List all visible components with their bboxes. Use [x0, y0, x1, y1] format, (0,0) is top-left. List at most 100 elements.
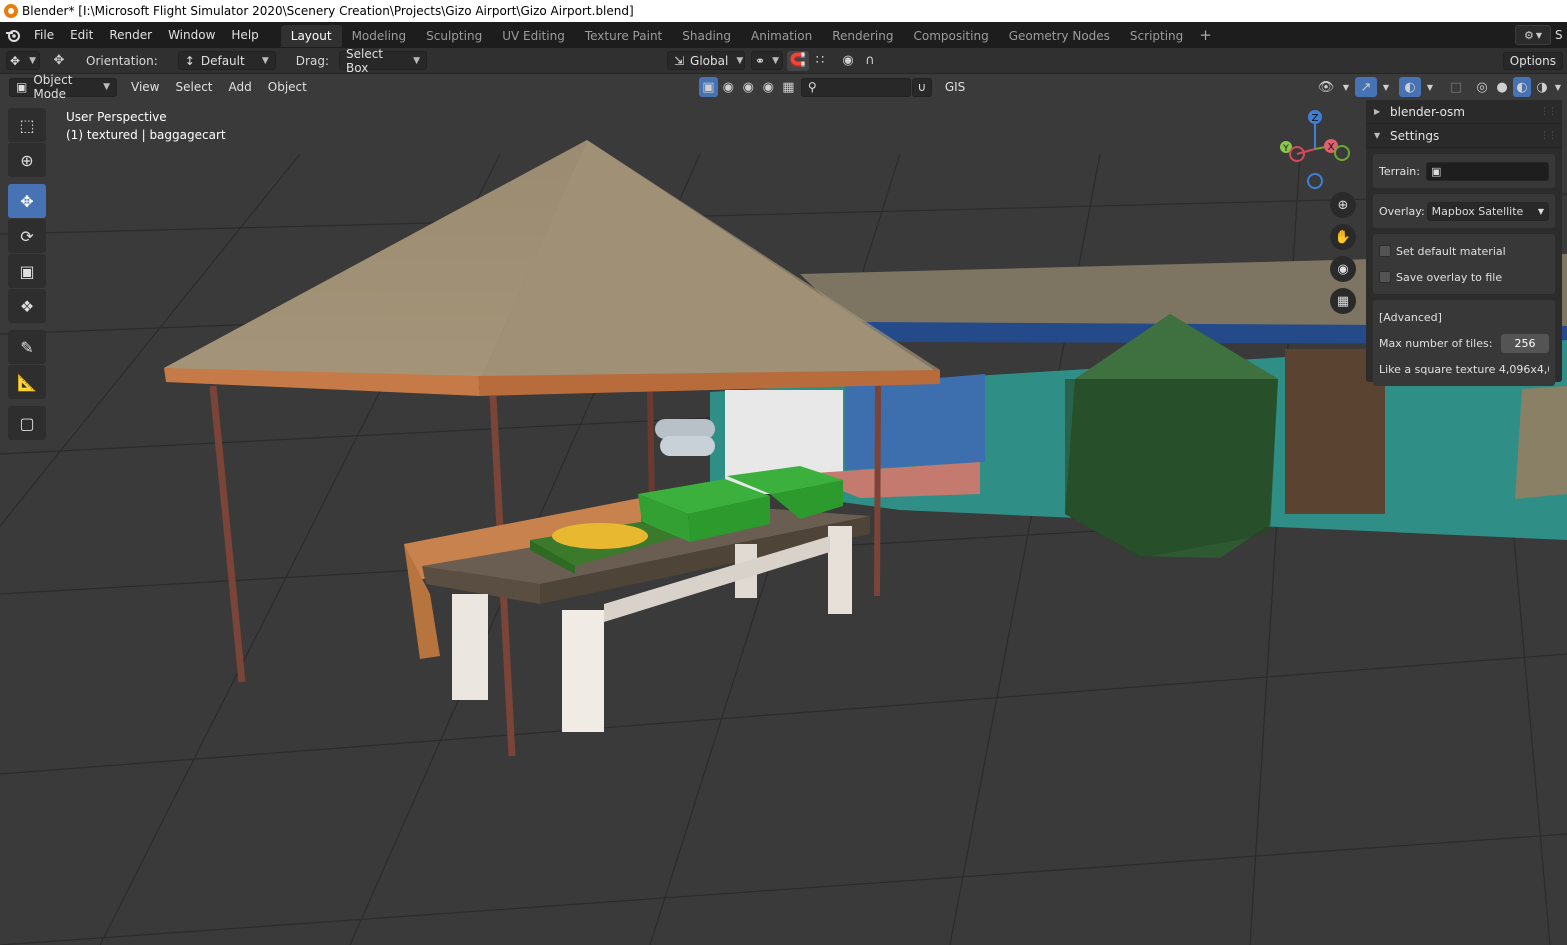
options-button[interactable]: Options — [1502, 51, 1563, 70]
max-tiles-label: Max number of tiles: — [1379, 336, 1493, 350]
tab-rendering[interactable]: Rendering — [822, 25, 903, 47]
gizmo-toggle-icon[interactable]: ↗ — [1355, 77, 1377, 97]
menu-file[interactable]: File — [26, 22, 62, 48]
perspective-grid-icon[interactable]: ▦ — [1330, 288, 1356, 314]
panel-settings-title: Settings — [1390, 128, 1440, 143]
gizmo-neg-z[interactable] — [1307, 173, 1323, 189]
tab-compositing[interactable]: Compositing — [903, 25, 998, 47]
save-overlay-label: Save overlay to file — [1396, 270, 1503, 284]
set-default-material-checkbox[interactable]: Set default material — [1379, 238, 1549, 264]
save-overlay-checkbox[interactable]: Save overlay to file — [1379, 264, 1549, 290]
advanced-label: [Advanced] — [1379, 310, 1442, 324]
snap-target-icon[interactable]: ∷ — [809, 51, 831, 71]
select-mode-icon[interactable]: ▣ — [698, 77, 718, 97]
chevron-down-icon[interactable]: ▼ — [1553, 77, 1563, 97]
proportional-edit-icon[interactable]: ◉ — [837, 51, 859, 71]
rotate-icon[interactable]: ⟳ — [8, 219, 46, 253]
tab-sculpting[interactable]: Sculpting — [416, 25, 492, 47]
orientation-label: Orientation: — [86, 53, 158, 68]
tab-geometry-nodes[interactable]: Geometry Nodes — [999, 25, 1120, 47]
tool-shelf: ⬚ ⊕ ✥ ⟳ ▣ ❖ ✎ 📐 ▢ — [8, 108, 48, 441]
globe-icon[interactable]: ◉ — [719, 77, 738, 97]
top-menubar: File Edit Render Window Help Layout Mode… — [0, 22, 1567, 48]
drag-dropdown[interactable]: Select Box ▼ — [338, 47, 427, 75]
transform-icon[interactable]: ❖ — [8, 289, 46, 323]
checkbox-unchecked-icon[interactable] — [1379, 245, 1391, 257]
rendered-shading-icon[interactable]: ◑ — [1533, 77, 1551, 97]
proportional-falloff-icon[interactable]: ∩ — [859, 51, 881, 71]
window-title: Blender* [I:\Microsoft Flight Simulator … — [22, 4, 634, 18]
tab-animation[interactable]: Animation — [741, 25, 822, 47]
overlay-toggle-icon[interactable]: ◐ — [1399, 77, 1421, 97]
menu-view[interactable]: View — [123, 80, 167, 94]
globe-net-icon[interactable]: ◉ — [759, 77, 778, 97]
globe-tiles-icon[interactable]: ◉ — [739, 77, 758, 97]
select-box-icon[interactable]: ⬚ — [8, 108, 46, 142]
tab-shading[interactable]: Shading — [672, 25, 741, 47]
checkbox-unchecked-icon[interactable] — [1379, 271, 1391, 283]
annotate-icon[interactable]: ✎ — [8, 330, 46, 364]
zoom-icon[interactable]: ⊕ — [1330, 192, 1356, 218]
terrain-field[interactable]: ▣ — [1425, 161, 1549, 181]
chevron-down-icon[interactable]: ▼ — [1339, 77, 1353, 97]
chevron-down-icon: ▼ — [261, 55, 269, 66]
pan-hand-icon[interactable]: ✋ — [1330, 224, 1356, 250]
wireframe-shading-icon[interactable]: ◎ — [1473, 77, 1491, 97]
tab-layout[interactable]: Layout — [280, 25, 342, 47]
add-workspace-button[interactable]: + — [1193, 26, 1218, 44]
material-shading-icon[interactable]: ◐ — [1513, 77, 1531, 97]
scene-selector[interactable]: ⚙ ▼ — [1515, 25, 1551, 45]
menu-window[interactable]: Window — [160, 22, 223, 48]
scale-icon[interactable]: ▣ — [8, 254, 46, 288]
chevron-down-icon: ▼ — [103, 82, 110, 92]
transform-tool-icon: ✥ — [10, 53, 21, 68]
pivot-icon: ⚭ — [754, 53, 766, 68]
max-tiles-input[interactable]: 256 — [1501, 333, 1549, 353]
camera-icon[interactable]: ◉ — [1330, 256, 1356, 282]
drag-grip-icon[interactable]: ⋮⋮ — [1540, 131, 1557, 141]
menu-add[interactable]: Add — [221, 80, 260, 94]
cursor-icon[interactable]: ⊕ — [8, 143, 46, 177]
gis-search-input[interactable]: ⚲ — [800, 77, 911, 97]
gizmo-y-label: Y — [1282, 144, 1289, 154]
blender-menu-icon[interactable] — [0, 22, 26, 48]
menu-select[interactable]: Select — [167, 80, 220, 94]
orientation-icon: ↕ — [184, 53, 195, 68]
navigation-gizmo[interactable]: Z Y X — [1270, 104, 1360, 194]
solid-shading-icon[interactable]: ● — [1493, 77, 1511, 97]
menu-help[interactable]: Help — [223, 22, 266, 48]
orientation-dropdown[interactable]: ↕ Default ▼ — [177, 51, 276, 70]
panel-settings[interactable]: ▼ Settings ⋮⋮ — [1366, 124, 1562, 148]
move-tool-icon: ✥ — [53, 53, 65, 68]
gizmo-x-label: X — [1328, 142, 1335, 153]
gizmo-neg-y[interactable] — [1334, 145, 1350, 161]
mode-dropdown[interactable]: ▣ Object Mode ▼ — [9, 73, 117, 101]
overlay-dropdown[interactable]: Mapbox Satellite ▼ — [1426, 201, 1549, 221]
gis-curve-button[interactable]: ∪ — [911, 77, 932, 97]
global-axis-icon: ⇲ — [673, 53, 685, 68]
snap-toggle-icon[interactable]: 🧲 — [786, 50, 809, 71]
drag-grip-icon[interactable]: ⋮⋮ — [1540, 107, 1557, 117]
transform-orientation-dropdown[interactable]: ⇲ Global ▼ — [666, 51, 745, 70]
tab-texture-paint[interactable]: Texture Paint — [575, 25, 672, 47]
chevron-down-icon[interactable]: ▼ — [1379, 77, 1393, 97]
move-icon[interactable]: ✥ — [8, 184, 46, 218]
pivot-point-dropdown[interactable]: ⚭ ▼ — [750, 51, 783, 70]
tab-uv-editing[interactable]: UV Editing — [492, 25, 575, 47]
search-icon: ⚲ — [807, 80, 817, 94]
visibility-eye-icon[interactable]: 👁 — [1315, 77, 1337, 97]
xray-toggle-icon[interactable]: □ — [1445, 77, 1467, 97]
panel-blender-osm[interactable]: ▶ blender-osm ⋮⋮ — [1366, 100, 1562, 124]
add-cube-icon[interactable]: ▢ — [8, 406, 46, 440]
tab-scripting[interactable]: Scripting — [1120, 25, 1193, 47]
gis-menu[interactable]: GIS — [937, 80, 973, 94]
editor-type-dropdown[interactable]: ✥ ▼ — [6, 51, 40, 70]
menu-edit[interactable]: Edit — [62, 22, 101, 48]
menu-render[interactable]: Render — [101, 22, 160, 48]
measure-icon[interactable]: 📐 — [8, 365, 46, 399]
menu-object[interactable]: Object — [260, 80, 315, 94]
building-icon[interactable]: ▦ — [779, 77, 798, 97]
chevron-down-icon[interactable]: ▼ — [1423, 77, 1437, 97]
sidebar-n-panel: ▶ blender-osm ⋮⋮ ▼ Settings ⋮⋮ Terrain: … — [1366, 100, 1562, 386]
tab-modeling[interactable]: Modeling — [342, 25, 417, 47]
